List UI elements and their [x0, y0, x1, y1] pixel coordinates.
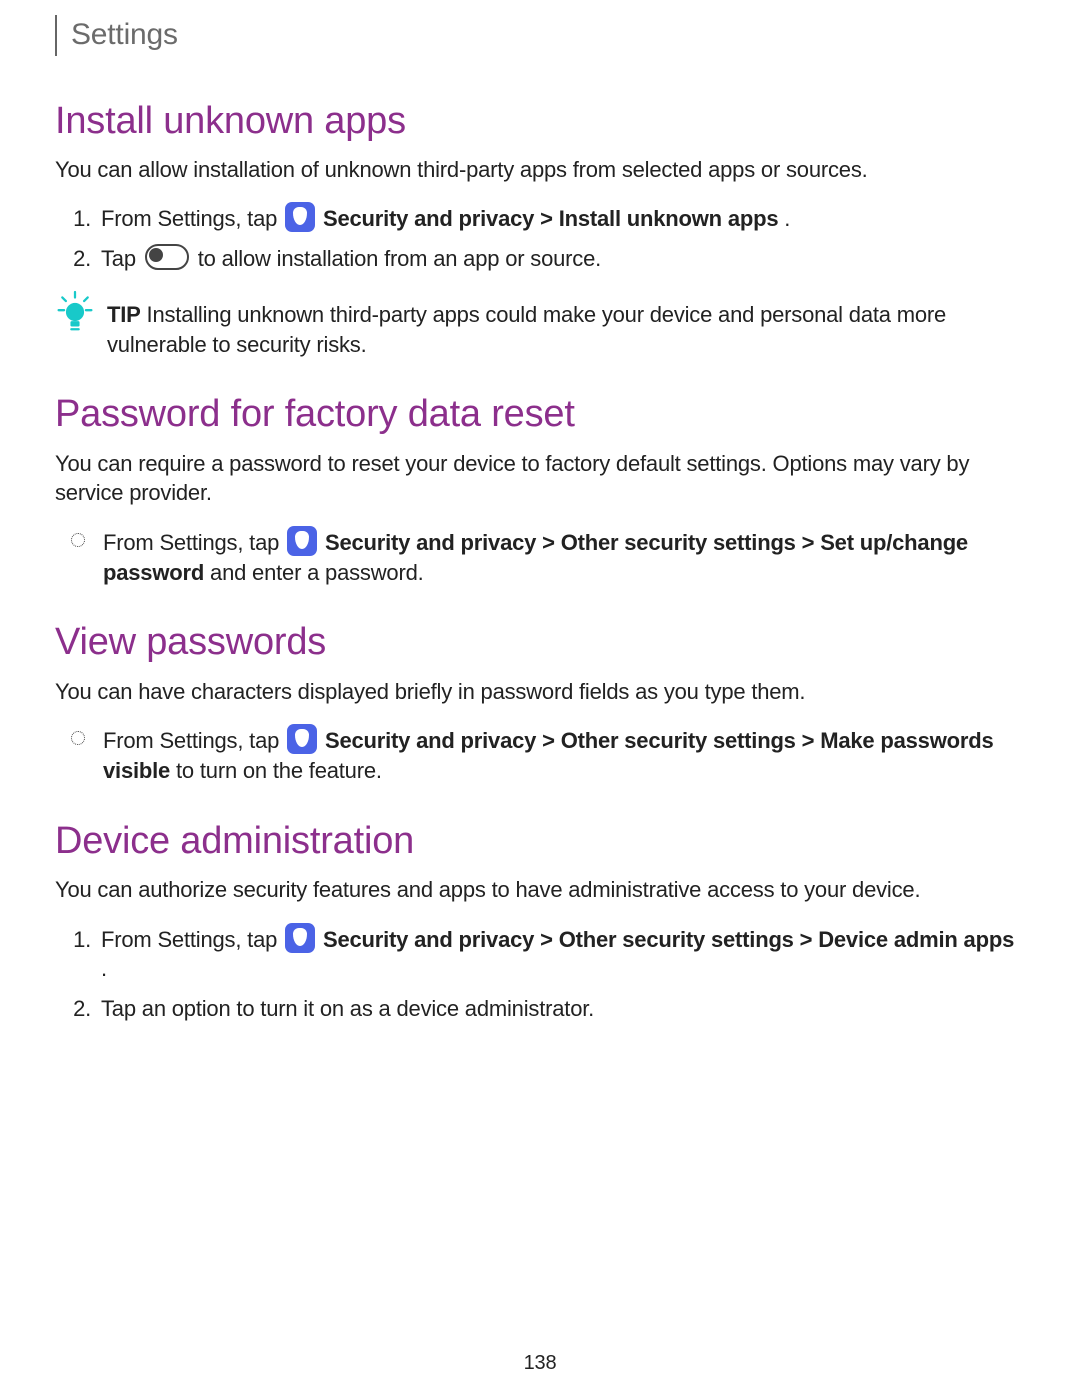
- list-item: Tap an option to turn it on as a device …: [97, 994, 1025, 1024]
- text: .: [784, 206, 790, 231]
- tip-label: TIP: [107, 302, 141, 327]
- shield-icon: [285, 202, 315, 232]
- list-item: From Settings, tap Security and privacy …: [97, 202, 1025, 234]
- tip-text: Installing unknown third-party apps coul…: [107, 302, 946, 357]
- list-item: From Settings, tap Security and privacy …: [97, 923, 1025, 984]
- bold-text: Other security settings: [561, 728, 796, 753]
- text: and enter a password.: [210, 560, 424, 585]
- text: to allow installation from an app or sou…: [198, 246, 601, 271]
- separator: >: [802, 728, 821, 753]
- section-desc: You can have characters displayed briefl…: [55, 677, 1025, 707]
- header-title: Settings: [55, 15, 1025, 56]
- bold-text: Security and privacy: [325, 728, 536, 753]
- page-number: 138: [0, 1350, 1080, 1377]
- text: .: [101, 956, 107, 981]
- text: to turn on the feature.: [176, 758, 382, 783]
- bold-text: Security and privacy: [323, 206, 534, 231]
- section-heading-factory-reset: Password for factory data reset: [55, 389, 1025, 440]
- shield-icon: [287, 724, 317, 754]
- bold-text: Other security settings: [561, 530, 796, 555]
- tip-body: TIP Installing unknown third-party apps …: [107, 290, 1025, 359]
- toggle-off-icon: [145, 244, 189, 270]
- separator: >: [542, 728, 561, 753]
- text: Tap: [101, 246, 142, 271]
- section-heading-install-unknown: Install unknown apps: [55, 96, 1025, 147]
- section-desc: You can allow installation of unknown th…: [55, 155, 1025, 185]
- section-desc: You can require a password to reset your…: [55, 449, 1025, 508]
- text: From Settings, tap: [103, 728, 285, 753]
- section-heading-view-passwords: View passwords: [55, 617, 1025, 668]
- shield-icon: [287, 526, 317, 556]
- list-item: Tap to allow installation from an app or…: [97, 244, 1025, 274]
- steps-list: From Settings, tap Security and privacy …: [65, 202, 1025, 273]
- shield-icon: [285, 923, 315, 953]
- separator: >: [540, 927, 559, 952]
- separator: >: [542, 530, 561, 555]
- bold-text: Other security settings: [559, 927, 794, 952]
- text: From Settings, tap: [103, 530, 285, 555]
- separator: >: [802, 530, 821, 555]
- bold-text: Security and privacy: [325, 530, 536, 555]
- separator: >: [800, 927, 819, 952]
- separator: >: [540, 206, 559, 231]
- steps-list: From Settings, tap Security and privacy …: [65, 923, 1025, 1024]
- text: From Settings, tap: [101, 206, 283, 231]
- lightbulb-icon: [55, 290, 95, 334]
- tip-callout: TIP Installing unknown third-party apps …: [55, 290, 1025, 359]
- list-item: From Settings, tap Security and privacy …: [99, 526, 1025, 587]
- list-item: From Settings, tap Security and privacy …: [99, 724, 1025, 785]
- text: From Settings, tap: [101, 927, 283, 952]
- bold-text: Install unknown apps: [559, 206, 779, 231]
- bold-text: Security and privacy: [323, 927, 534, 952]
- bullet-list: From Settings, tap Security and privacy …: [65, 724, 1025, 785]
- bold-text: Device admin apps: [818, 927, 1014, 952]
- page-root: Settings Install unknown apps You can al…: [0, 0, 1080, 1397]
- section-heading-device-admin: Device administration: [55, 816, 1025, 867]
- bullet-list: From Settings, tap Security and privacy …: [65, 526, 1025, 587]
- section-desc: You can authorize security features and …: [55, 875, 1025, 905]
